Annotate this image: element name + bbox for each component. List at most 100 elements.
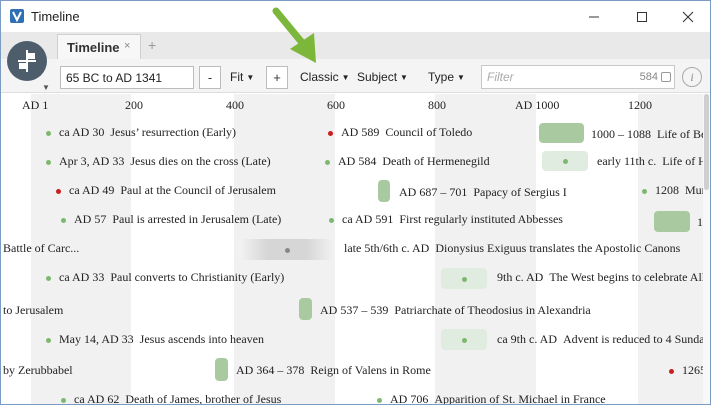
timeline-event[interactable]: Apr 3, AD 33 Jesus dies on the cross (La… bbox=[46, 154, 271, 169]
tab-timeline[interactable]: Timeline × bbox=[57, 34, 141, 59]
event-date: ca AD 49 bbox=[69, 183, 115, 197]
event-date: 9th c. AD bbox=[497, 270, 544, 284]
vertical-scrollbar[interactable] bbox=[703, 94, 710, 404]
app-logo-icon bbox=[10, 9, 24, 23]
event-date: AD 364 – 378 bbox=[236, 363, 305, 377]
event-title: First regularly instituted Abbesses bbox=[399, 212, 563, 226]
event-title: Jesus dies on the cross (Late) bbox=[130, 154, 271, 168]
event-title: Jesus’ resurrection (Early) bbox=[110, 125, 237, 139]
zoom-out-button[interactable]: - bbox=[199, 66, 221, 89]
panel-menu-button[interactable] bbox=[7, 41, 47, 81]
timeline-window: Timeline ▼ Timeline × + - Fit▼ + Classic… bbox=[0, 0, 711, 405]
title-bar: Timeline bbox=[1, 1, 710, 32]
event-date: AD 687 – 701 bbox=[399, 185, 468, 199]
classic-label: Classic bbox=[300, 70, 339, 84]
minimize-button[interactable] bbox=[571, 1, 617, 32]
panel-menu-caret-icon[interactable]: ▼ bbox=[42, 83, 50, 92]
add-tab-button[interactable]: + bbox=[148, 37, 156, 53]
type-dropdown[interactable]: Type ▼ bbox=[428, 70, 465, 84]
event-span-bar[interactable] bbox=[215, 358, 228, 381]
event-title: Patriarchate of Theodosius in Alexandria bbox=[394, 303, 591, 317]
info-button[interactable]: i bbox=[682, 67, 702, 87]
panel-menu-icon bbox=[18, 50, 36, 72]
window-title: Timeline bbox=[31, 9, 80, 24]
close-window-button[interactable] bbox=[665, 1, 710, 32]
timeline-event[interactable]: 1208 Murder of Peter of Castelnau bbox=[642, 183, 710, 198]
filter-options-icon[interactable] bbox=[661, 72, 671, 82]
timeline-event[interactable]: to Jerusalem bbox=[3, 303, 63, 318]
event-marker bbox=[56, 188, 61, 194]
timeline-event[interactable]: late 5th/6th c. AD Dionysius Exiguus tra… bbox=[344, 241, 680, 256]
subject-dropdown[interactable]: Subject ▼ bbox=[357, 70, 408, 84]
timeline-event[interactable]: 1265 bbox=[669, 363, 706, 378]
event-date: ca AD 62 bbox=[74, 392, 120, 405]
event-date: Apr 3, AD 33 bbox=[59, 154, 125, 168]
maximize-button[interactable] bbox=[619, 1, 665, 32]
maximize-icon bbox=[637, 11, 647, 22]
timeline-event[interactable]: AD 364 – 378 Reign of Valens in Rome bbox=[236, 363, 431, 378]
event-marker bbox=[61, 217, 66, 223]
tab-label: Timeline bbox=[67, 40, 120, 55]
event-marker bbox=[462, 337, 467, 343]
scrollbar-thumb[interactable] bbox=[704, 94, 709, 190]
event-title: Paul at the Council of Jerusalem bbox=[120, 183, 276, 197]
classic-dropdown[interactable]: Classic ▼ bbox=[300, 70, 350, 84]
event-marker bbox=[46, 130, 51, 136]
event-title: Council of Toledo bbox=[385, 125, 473, 139]
event-span-bar[interactable] bbox=[378, 180, 390, 202]
event-span-bar[interactable] bbox=[441, 329, 487, 350]
fit-dropdown[interactable]: Fit ▼ bbox=[230, 70, 254, 84]
event-title: to Jerusalem bbox=[3, 303, 64, 317]
event-date: 1208 bbox=[655, 183, 679, 197]
timeline-event[interactable]: ca AD 30 Jesus’ resurrection (Early) bbox=[46, 125, 236, 140]
event-title: Paul converts to Christianity (Early) bbox=[110, 270, 285, 284]
event-span-bar[interactable] bbox=[542, 151, 588, 171]
timeline-event[interactable]: AD 537 – 539 Patriarchate of Theodosius … bbox=[320, 303, 591, 318]
chevron-down-icon: ▼ bbox=[341, 73, 350, 83]
fit-label: Fit bbox=[230, 70, 244, 84]
filter-input[interactable]: Filter 584 bbox=[481, 65, 675, 89]
event-marker bbox=[563, 159, 568, 164]
event-date: ca 9th c. AD bbox=[497, 332, 557, 346]
event-span-bar[interactable] bbox=[441, 268, 487, 289]
timeline-event[interactable]: ca 9th c. AD Advent is reduced to 4 Sund… bbox=[497, 332, 710, 347]
timeline-event[interactable]: AD 584 Death of Hermenegild bbox=[325, 154, 490, 169]
tab-close-icon[interactable]: × bbox=[124, 40, 130, 52]
event-title: Advent is reduced to 4 Sundays bbox=[562, 332, 710, 346]
event-marker bbox=[285, 247, 290, 253]
range-input[interactable] bbox=[60, 66, 194, 89]
event-date: AD 584 bbox=[338, 154, 377, 168]
timeline-event[interactable]: ca AD 591 First regularly instituted Abb… bbox=[329, 212, 563, 227]
timeline-event[interactable]: ca AD 33 Paul converts to Christianity (… bbox=[46, 270, 284, 285]
event-marker bbox=[669, 368, 674, 374]
timeline-event[interactable]: Battle of Carc... bbox=[3, 241, 79, 256]
timeline-canvas[interactable]: AD 1 200 400 600 800 AD 1000 1200 ca AD … bbox=[1, 94, 710, 405]
event-span-bar[interactable] bbox=[239, 239, 335, 260]
event-marker bbox=[462, 276, 467, 282]
subject-label: Subject bbox=[357, 70, 398, 84]
timeline-event[interactable]: ca AD 49 Paul at the Council of Jerusale… bbox=[56, 183, 276, 198]
timeline-event[interactable]: ca AD 62 Death of James, brother of Jesu… bbox=[61, 392, 281, 405]
event-title: Jesus ascends into heaven bbox=[139, 332, 264, 346]
event-span-bar[interactable] bbox=[539, 123, 584, 143]
timeline-event[interactable]: AD 706 Apparition of St. Michael in Fran… bbox=[377, 392, 606, 404]
timeline-event[interactable]: AD 589 Council of Toledo bbox=[328, 125, 472, 140]
timeline-event[interactable]: May 14, AD 33 Jesus ascends into heaven bbox=[46, 332, 264, 347]
event-span-bar[interactable] bbox=[299, 298, 312, 320]
event-title: Dionysius Exiguus translates the Apostol… bbox=[435, 241, 681, 255]
timeline-event[interactable]: 9th c. AD The West begins to celebrate A… bbox=[497, 270, 710, 285]
event-date: ca AD 30 bbox=[59, 125, 105, 139]
timeline-event[interactable]: 1000 – 1088 Life of Berengar of Tours bbox=[591, 127, 710, 142]
timeline-event[interactable]: early 11th c. Life of Hildebert bbox=[597, 154, 710, 169]
timeline-event[interactable]: AD 687 – 701 Papacy of Sergius I bbox=[399, 185, 567, 200]
event-date: AD 537 – 539 bbox=[320, 303, 389, 317]
timeline-event[interactable]: by Zerubbabel bbox=[3, 363, 73, 378]
event-date: 1000 – 1088 bbox=[591, 127, 651, 141]
timeline-event[interactable]: AD 57 Paul is arrested in Jerusalem (Lat… bbox=[61, 212, 281, 227]
event-marker bbox=[46, 275, 51, 281]
axis-label: 400 bbox=[226, 98, 244, 112]
event-span-bar[interactable] bbox=[654, 211, 690, 232]
event-date: ca AD 33 bbox=[59, 270, 105, 284]
zoom-in-button[interactable]: + bbox=[266, 66, 288, 89]
event-title: Battle of Carc... bbox=[3, 241, 80, 255]
